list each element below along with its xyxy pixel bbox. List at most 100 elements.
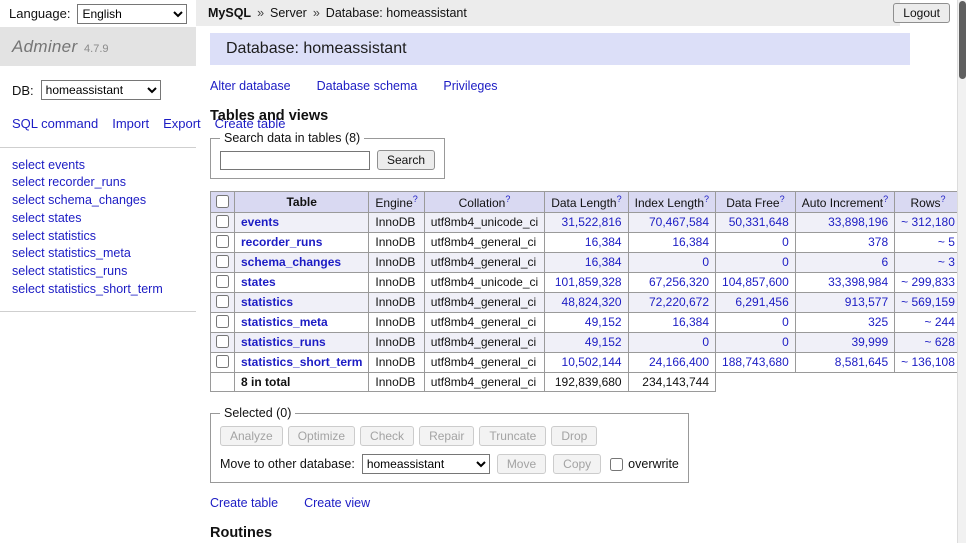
link-create-view[interactable]: Create view xyxy=(304,496,370,510)
sidebar-select-states[interactable]: select states xyxy=(12,210,184,228)
rows-link[interactable]: ~ 312,180 xyxy=(901,215,955,229)
data-free-link[interactable]: 0 xyxy=(782,255,789,269)
move-button[interactable]: Move xyxy=(497,454,546,474)
table-link-states[interactable]: states xyxy=(241,275,276,289)
row-checkbox[interactable] xyxy=(216,335,229,348)
data-free-link[interactable]: 0 xyxy=(782,315,789,329)
search-button[interactable]: Search xyxy=(377,150,435,170)
data-length-link[interactable]: 16,384 xyxy=(585,235,622,249)
sidebar-select-events[interactable]: select events xyxy=(12,157,184,175)
row-checkbox[interactable] xyxy=(216,235,229,248)
index-length-help-link[interactable]: ? xyxy=(704,194,709,204)
auto-increment-link[interactable]: 913,577 xyxy=(845,295,888,309)
sidebar-select-statistics-runs[interactable]: select statistics_runs xyxy=(12,263,184,281)
db-link-database-schema[interactable]: Database schema xyxy=(317,79,418,93)
row-checkbox[interactable] xyxy=(216,255,229,268)
auto-increment-link[interactable]: 39,999 xyxy=(851,335,888,349)
data-length-link[interactable]: 49,152 xyxy=(585,335,622,349)
sidebar-link-import[interactable]: Import xyxy=(112,116,149,131)
copy-button[interactable]: Copy xyxy=(553,454,601,474)
vertical-scrollbar[interactable] xyxy=(957,0,966,543)
sidebar-select-statistics-meta[interactable]: select statistics_meta xyxy=(12,245,184,263)
data-free-link[interactable]: 6,291,456 xyxy=(735,295,788,309)
table-link-recorder-runs[interactable]: recorder_runs xyxy=(241,235,322,249)
logout-button[interactable]: Logout xyxy=(893,3,950,23)
index-length-link[interactable]: 0 xyxy=(702,335,709,349)
move-db-select[interactable]: homeassistant xyxy=(362,454,490,474)
optimize-button[interactable]: Optimize xyxy=(288,426,355,446)
repair-button[interactable]: Repair xyxy=(419,426,474,446)
auto-increment-help-link[interactable]: ? xyxy=(883,194,888,204)
sidebar-select-statistics-short-term[interactable]: select statistics_short_term xyxy=(12,281,184,299)
table-link-events[interactable]: events xyxy=(241,215,279,229)
db-select[interactable]: homeassistant xyxy=(41,80,161,100)
rows-link[interactable]: ~ 3 xyxy=(938,255,955,269)
row-checkbox[interactable] xyxy=(216,355,229,368)
row-checkbox[interactable] xyxy=(216,215,229,228)
data-length-link[interactable]: 48,824,320 xyxy=(562,295,622,309)
data-free-link[interactable]: 50,331,648 xyxy=(729,215,789,229)
sidebar-link-sql-command[interactable]: SQL command xyxy=(12,116,98,131)
data-free-link[interactable]: 0 xyxy=(782,335,789,349)
select-all-checkbox[interactable] xyxy=(216,195,229,208)
auto-increment-link[interactable]: 325 xyxy=(868,315,888,329)
index-length-link[interactable]: 67,256,320 xyxy=(649,275,709,289)
auto-increment-link[interactable]: 8,581,645 xyxy=(835,355,888,369)
collation-help-link[interactable]: ? xyxy=(505,194,510,204)
engine-help-link[interactable]: ? xyxy=(413,194,418,204)
index-length-link[interactable]: 0 xyxy=(702,255,709,269)
index-length-link[interactable]: 24,166,400 xyxy=(649,355,709,369)
data-length-link[interactable]: 10,502,144 xyxy=(562,355,622,369)
data-free-help-link[interactable]: ? xyxy=(780,194,785,204)
scrollbar-thumb[interactable] xyxy=(959,1,966,79)
data-length-link[interactable]: 31,522,816 xyxy=(562,215,622,229)
auto-increment-link[interactable]: 33,898,196 xyxy=(828,215,888,229)
sidebar-select-schema-changes[interactable]: select schema_changes xyxy=(12,192,184,210)
auto-increment-link[interactable]: 33,398,984 xyxy=(828,275,888,289)
index-length-link[interactable]: 16,384 xyxy=(672,235,709,249)
check-button[interactable]: Check xyxy=(360,426,414,446)
auto-increment-link[interactable]: 378 xyxy=(868,235,888,249)
rows-link[interactable]: ~ 5 xyxy=(938,235,955,249)
row-checkbox[interactable] xyxy=(216,275,229,288)
index-length-link[interactable]: 70,467,584 xyxy=(649,215,709,229)
index-length-link[interactable]: 72,220,672 xyxy=(649,295,709,309)
data-free-link[interactable]: 0 xyxy=(782,235,789,249)
data-length-link[interactable]: 49,152 xyxy=(585,315,622,329)
rows-link[interactable]: ~ 628 xyxy=(925,335,955,349)
sidebar-select-statistics[interactable]: select statistics xyxy=(12,228,184,246)
breadcrumb-mysql[interactable]: MySQL xyxy=(208,6,251,20)
index-length-link[interactable]: 16,384 xyxy=(672,315,709,329)
data-length-help-link[interactable]: ? xyxy=(617,194,622,204)
table-link-schema-changes[interactable]: schema_changes xyxy=(241,255,341,269)
sidebar-select-recorder-runs[interactable]: select recorder_runs xyxy=(12,174,184,192)
row-checkbox[interactable] xyxy=(216,315,229,328)
table-link-statistics[interactable]: statistics xyxy=(241,295,293,309)
data-length-link[interactable]: 16,384 xyxy=(585,255,622,269)
row-checkbox[interactable] xyxy=(216,295,229,308)
rows-link[interactable]: ~ 244 xyxy=(925,315,955,329)
rows-help-link[interactable]: ? xyxy=(941,194,946,204)
column-header-data-free: Data Free? xyxy=(716,192,796,213)
analyze-button[interactable]: Analyze xyxy=(220,426,283,446)
breadcrumb-server[interactable]: Server xyxy=(270,6,307,20)
rows-link[interactable]: ~ 569,159 xyxy=(901,295,955,309)
rows-link[interactable]: ~ 299,833 xyxy=(901,275,955,289)
table-link-statistics-meta[interactable]: statistics_meta xyxy=(241,315,328,329)
drop-button[interactable]: Drop xyxy=(551,426,597,446)
auto-increment-link[interactable]: 6 xyxy=(881,255,888,269)
db-link-alter-database[interactable]: Alter database xyxy=(210,79,291,93)
table-link-statistics-short-term[interactable]: statistics_short_term xyxy=(241,355,362,369)
link-create-table[interactable]: Create table xyxy=(210,496,278,510)
data-length-link[interactable]: 101,859,328 xyxy=(555,275,622,289)
table-link-statistics-runs[interactable]: statistics_runs xyxy=(241,335,326,349)
data-free-link[interactable]: 104,857,600 xyxy=(722,275,789,289)
rows-link[interactable]: ~ 136,108 xyxy=(901,355,955,369)
truncate-button[interactable]: Truncate xyxy=(479,426,546,446)
data-free-link[interactable]: 188,743,680 xyxy=(722,355,789,369)
language-select[interactable]: English xyxy=(77,4,187,24)
db-link-privileges[interactable]: Privileges xyxy=(443,79,497,93)
overwrite-checkbox[interactable] xyxy=(610,458,623,471)
search-input[interactable] xyxy=(220,151,370,170)
breadcrumb-database-homeassistant[interactable]: Database: homeassistant xyxy=(326,6,467,20)
